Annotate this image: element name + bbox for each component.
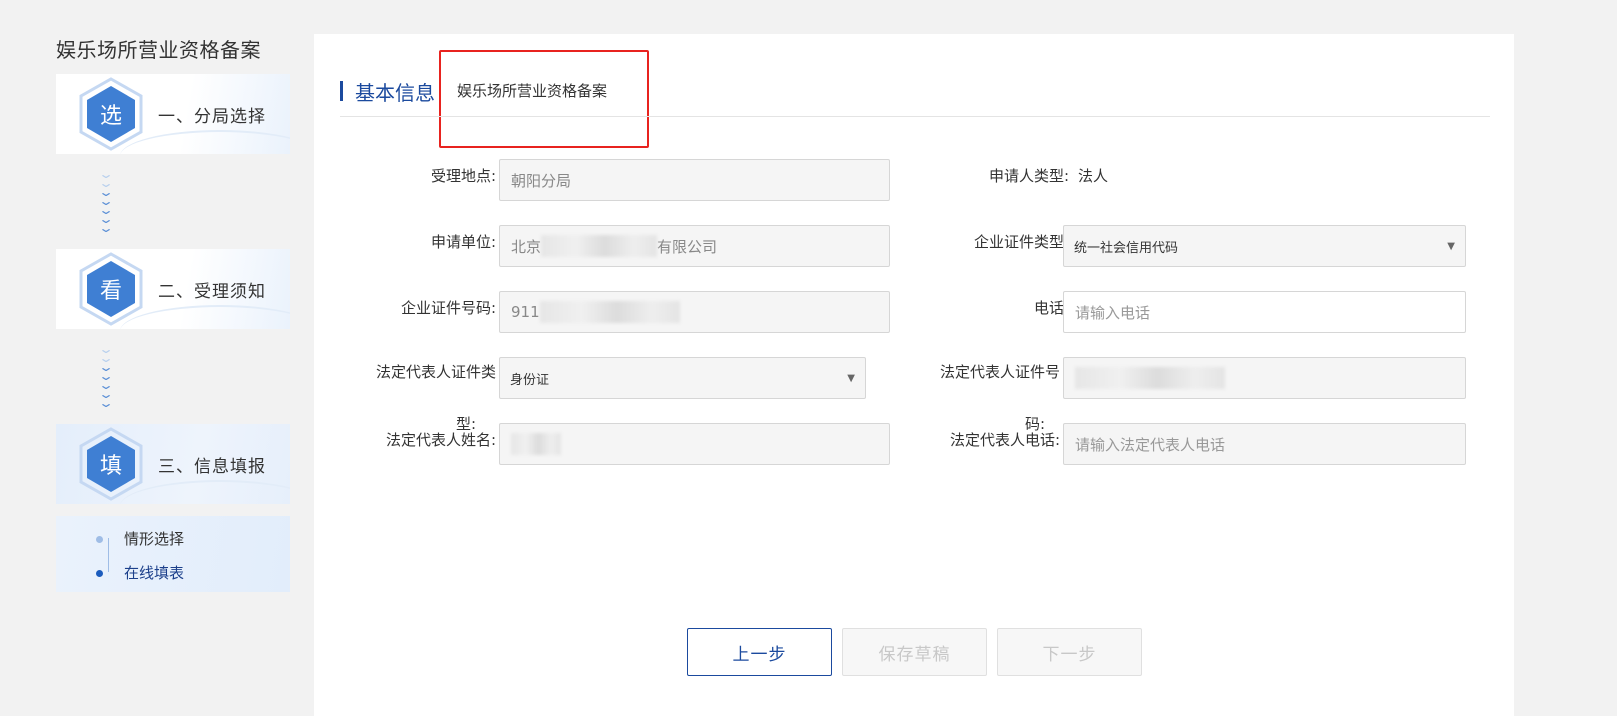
applicant-type-label: 申请人类型: bbox=[988, 167, 1069, 185]
step-char: 选 bbox=[99, 104, 122, 129]
redacted-text bbox=[1075, 367, 1225, 389]
legal-phone-input[interactable]: 请输入法定代表人电话 bbox=[1063, 423, 1466, 465]
substep-scenario[interactable]: 情形选择 bbox=[96, 528, 290, 562]
highlighted-title: 娱乐场所营业资格备案 bbox=[457, 82, 608, 100]
phone-placeholder: 请输入电话 bbox=[1075, 303, 1151, 322]
step-info-fill[interactable]: 填 三、信息填报 bbox=[56, 424, 290, 504]
redacted-text bbox=[541, 235, 658, 257]
step-branch-selection[interactable]: 选 一、分局选择 bbox=[56, 74, 290, 154]
substep-label: 在线填表 bbox=[124, 564, 185, 582]
legal-phone-label: 法定代表人电话: bbox=[949, 431, 1060, 449]
legal-id-number-field[interactable] bbox=[1063, 357, 1466, 399]
phone-input[interactable]: 请输入电话 bbox=[1063, 291, 1466, 333]
hexagon-icon: 填 bbox=[78, 427, 144, 501]
dot-icon bbox=[96, 570, 103, 577]
step-char: 看 bbox=[99, 279, 122, 304]
legal-phone-placeholder: 请输入法定代表人电话 bbox=[1075, 435, 1226, 454]
cert-number-label: 企业证件号码: bbox=[400, 299, 496, 317]
redacted-text bbox=[511, 433, 561, 455]
hexagon-icon: 看 bbox=[78, 252, 144, 326]
prev-step-button[interactable]: 上一步 bbox=[687, 628, 832, 676]
applicant-type-value: 法人 bbox=[1078, 167, 1109, 185]
save-draft-button[interactable]: 保存草稿 bbox=[842, 628, 987, 676]
cert-number-prefix: 911 bbox=[511, 303, 540, 321]
applicant-unit-field[interactable]: 北京 有限公司 bbox=[499, 225, 890, 267]
section-title: 基本信息 bbox=[355, 80, 435, 105]
step-connector: ⌄ ⌄ ⌄ ⌄ ⌄ ⌄ ⌄ bbox=[97, 167, 115, 235]
step-label: 一、分局选择 bbox=[158, 106, 266, 127]
section-header: 基本信息 bbox=[340, 78, 435, 105]
step-label: 三、信息填报 bbox=[158, 456, 266, 477]
step-connector: ⌄ ⌄ ⌄ ⌄ ⌄ ⌄ ⌄ bbox=[97, 342, 115, 410]
hexagon-icon: 选 bbox=[78, 77, 144, 151]
accept-location-label: 受理地点: bbox=[430, 167, 496, 185]
legal-id-type-select[interactable]: 身份证 ▼ bbox=[499, 357, 866, 399]
step-label: 二、受理须知 bbox=[158, 281, 266, 302]
accept-location-value: 朝阳分局 bbox=[511, 171, 572, 190]
page-title: 娱乐场所营业资格备案 bbox=[56, 38, 261, 62]
legal-id-type-label: 法定代表人证件类 bbox=[314, 351, 496, 393]
next-step-button[interactable]: 下一步 bbox=[997, 628, 1142, 676]
label-line: 法定代表人证件号 bbox=[939, 363, 1060, 381]
step-notice[interactable]: 看 二、受理须知 bbox=[56, 249, 290, 329]
cert-type-select[interactable]: 统一社会信用代码 ▼ bbox=[1063, 225, 1466, 267]
cert-type-value: 统一社会信用代码 bbox=[1074, 240, 1179, 256]
applicant-unit-suffix: 有限公司 bbox=[657, 237, 718, 256]
dropdown-caret-icon: ▼ bbox=[1447, 240, 1455, 252]
dot-icon bbox=[96, 536, 103, 543]
divider bbox=[340, 116, 1490, 117]
substep-online-form[interactable]: 在线填表 bbox=[96, 562, 290, 596]
accept-location-field[interactable]: 朝阳分局 bbox=[499, 159, 890, 201]
substep-list: 情形选择 在线填表 bbox=[56, 516, 290, 592]
cert-type-label: 企业证件类型: bbox=[973, 233, 1069, 251]
substep-label: 情形选择 bbox=[124, 530, 185, 548]
legal-id-type-value: 身份证 bbox=[510, 372, 550, 388]
form-panel: 基本信息 娱乐场所营业资格备案 受理地点: 朝阳分局 申请人类型: 法人 申请单… bbox=[314, 34, 1514, 716]
dropdown-caret-icon: ▼ bbox=[847, 372, 855, 384]
cert-number-field[interactable]: 911 bbox=[499, 291, 890, 333]
section-accent-bar bbox=[340, 81, 343, 101]
legal-id-number-label: 法定代表人证件号 bbox=[874, 351, 1060, 393]
step-char: 填 bbox=[99, 454, 122, 479]
legal-name-field[interactable] bbox=[499, 423, 890, 465]
applicant-unit-label: 申请单位: bbox=[430, 233, 496, 251]
phone-label: 电话: bbox=[1033, 299, 1069, 317]
redacted-text bbox=[539, 301, 680, 323]
label-line: 法定代表人证件类 bbox=[375, 363, 496, 381]
applicant-unit-prefix: 北京 bbox=[511, 237, 542, 256]
legal-name-label: 法定代表人姓名: bbox=[385, 431, 496, 449]
